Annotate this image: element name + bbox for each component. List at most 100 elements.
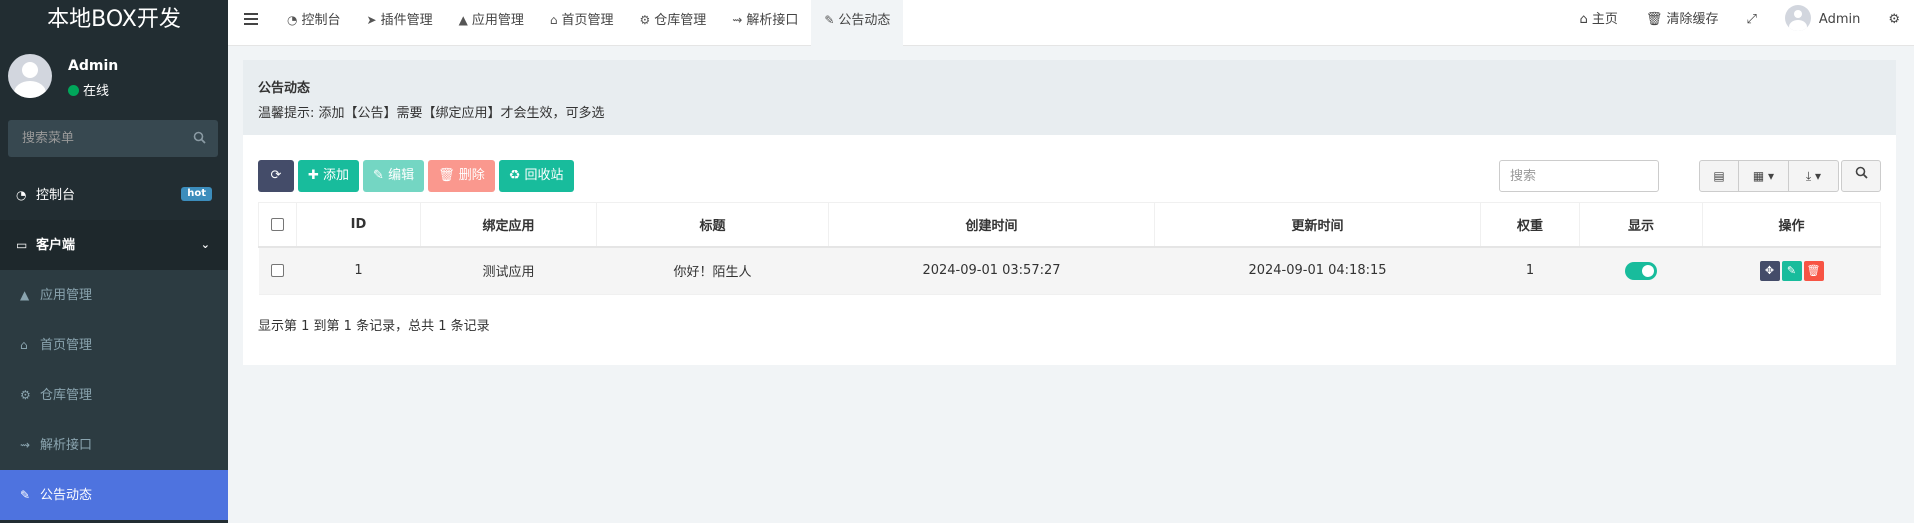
- col-header-app[interactable]: 绑定应用: [420, 202, 597, 248]
- user-menu-label: Admin: [1818, 12, 1861, 27]
- cell-show: [1579, 246, 1703, 295]
- col-header-weight[interactable]: 权重: [1480, 202, 1580, 248]
- recycle-bin-button[interactable]: ♻ 回收站: [498, 160, 574, 192]
- delete-button[interactable]: 🗑 删除: [428, 160, 495, 192]
- sidebar-item-label: 仓库管理: [40, 388, 93, 403]
- sidebar-search-input[interactable]: [8, 120, 178, 157]
- sidebar-item-client[interactable]: ▭ 客户端 ⌄: [0, 220, 228, 270]
- tab-app-manage[interactable]: ▲ 应用管理: [446, 0, 537, 46]
- cell-app: 测试应用: [420, 246, 597, 295]
- cell-actions: ✥ ✎ 🗑: [1702, 246, 1881, 295]
- col-header-title[interactable]: 标题: [596, 202, 829, 248]
- sidebar-item-parse-api[interactable]: ⇝ 解析接口: [0, 420, 228, 470]
- sidebar-item-dashboard[interactable]: ◔ 控制台 hot: [0, 170, 228, 220]
- user-menu[interactable]: Admin: [1771, 0, 1874, 46]
- sidebar-item-label: 客户端: [36, 238, 76, 253]
- user-status: 在线: [68, 80, 109, 99]
- list-icon: ▤: [1713, 169, 1725, 183]
- sidebar-item-app-manage[interactable]: ▲ 应用管理: [0, 270, 228, 320]
- drag-move-icon[interactable]: ✥: [1759, 260, 1780, 281]
- dashboard-icon: ◔: [16, 188, 27, 202]
- online-dot-icon: [68, 85, 79, 96]
- export-button[interactable]: ⤓ ▾: [1789, 160, 1839, 192]
- user-name: Admin: [68, 58, 119, 74]
- table-header-row: ID 绑定应用 标题 创建时间 更新时间 权重 显示 操作: [258, 202, 1881, 248]
- cell-title: 你好！陌生人: [596, 246, 829, 295]
- add-label: 添加: [323, 168, 350, 183]
- sidebar-item-home-manage[interactable]: ⌂ 首页管理: [0, 320, 228, 370]
- settings-icon[interactable]: ⚙: [1874, 0, 1914, 46]
- tab-announcements[interactable]: ✎ 公告动态: [811, 0, 904, 46]
- avatar: [1784, 5, 1811, 31]
- clear-cache-button[interactable]: 🗑 清除缓存: [1632, 0, 1733, 46]
- col-header-id[interactable]: ID: [296, 202, 421, 248]
- toolbar: ⟳ ✚ 添加 ✎ 编辑 🗑 删除 ♻ 回收站: [258, 160, 574, 192]
- sidebar-item-label: 应用管理: [40, 288, 93, 303]
- avatar: [8, 54, 52, 98]
- delete-label: 删除: [458, 168, 485, 183]
- cogs-icon: ⚙: [639, 13, 651, 27]
- row-edit-icon[interactable]: ✎: [1781, 260, 1802, 281]
- tip-text: 温馨提示: 添加【公告】需要【绑定应用】才会生效，可多选: [258, 106, 605, 121]
- tab-label: 公告动态: [838, 13, 891, 28]
- col-header-created[interactable]: 创建时间: [828, 202, 1155, 248]
- inbox-icon: ▭: [16, 238, 28, 252]
- top-navbar: ◔ 控制台 ➤ 插件管理 ▲ 应用管理 ⌂ 首页管理 ⚙ 仓库管理 ⇝ 解析接口 ✎ 公告动态…: [228, 0, 1914, 46]
- tab-repo-manage[interactable]: ⚙ 仓库管理: [626, 0, 719, 46]
- table-row: 1 测试应用 你好！陌生人 2024-09-01 03:57:27 2024-0…: [258, 246, 1881, 295]
- nav-right: ⌂ 主页 🗑 清除缓存 ⤢ Admin ⚙: [1565, 0, 1914, 46]
- col-header-updated[interactable]: 更新时间: [1154, 202, 1481, 248]
- edit-label: 编辑: [388, 168, 415, 183]
- tab-parse-api[interactable]: ⇝ 解析接口: [719, 0, 811, 46]
- row-checkbox[interactable]: [271, 264, 284, 278]
- sidebar: 本地BOX开发 Admin 在线 ◔ 控制台 hot ▭ 客户端 ⌄ ▲ 应用管理 ⌂…: [0, 0, 228, 523]
- menu-toggle-icon[interactable]: [244, 13, 258, 27]
- home-icon: ⌂: [20, 338, 28, 352]
- sidebar-item-announcements[interactable]: ✎ 公告动态: [0, 470, 228, 520]
- table-search-button[interactable]: [1841, 160, 1881, 192]
- fullscreen-icon[interactable]: ⤢: [1733, 0, 1771, 46]
- tab-home-manage[interactable]: ⌂ 首页管理: [537, 0, 627, 46]
- tab-plugins[interactable]: ➤ 插件管理: [354, 0, 446, 46]
- home-link-label: 主页: [1591, 12, 1618, 27]
- tab-dashboard[interactable]: ◔ 控制台: [274, 0, 354, 46]
- row-delete-icon[interactable]: 🗑: [1803, 260, 1824, 281]
- bullhorn-icon: ✎: [20, 488, 31, 502]
- table-search-input[interactable]: [1499, 160, 1659, 192]
- refresh-button[interactable]: ⟳: [258, 160, 294, 192]
- announcements-table: ID 绑定应用 标题 创建时间 更新时间 权重 显示 操作 1 测试应用 你好！…: [258, 202, 1881, 295]
- tab-label: 应用管理: [471, 13, 524, 28]
- app-logo[interactable]: 本地BOX开发: [0, 0, 228, 46]
- usb-icon: ⇝: [732, 13, 743, 27]
- sidebar-item-repo-manage[interactable]: ⚙ 仓库管理: [0, 370, 228, 420]
- pagination-info: 显示第 1 到第 1 条记录，总共 1 条记录: [258, 319, 490, 334]
- home-icon: ⌂: [549, 13, 558, 27]
- clear-cache-label: 清除缓存: [1666, 12, 1719, 27]
- edit-button[interactable]: ✎ 编辑: [363, 160, 425, 192]
- columns-button[interactable]: ▦ ▾: [1739, 160, 1789, 192]
- add-button[interactable]: ✚ 添加: [298, 160, 360, 192]
- tab-label: 解析接口: [746, 13, 799, 28]
- pencil-icon: ✎: [373, 168, 389, 183]
- home-icon: ⌂: [1579, 12, 1592, 27]
- sidebar-item-label: 解析接口: [40, 438, 93, 453]
- tab-label: 仓库管理: [654, 13, 707, 28]
- nav-tabs: ◔ 控制台 ➤ 插件管理 ▲ 应用管理 ⌂ 首页管理 ⚙ 仓库管理 ⇝ 解析接口 ✎ 公告动态: [274, 0, 904, 46]
- select-all-cell: [258, 202, 297, 248]
- tab-label: 控制台: [301, 13, 341, 28]
- plus-icon: ✚: [308, 168, 324, 183]
- tab-label: 插件管理: [380, 13, 433, 28]
- user-status-label: 在线: [83, 84, 110, 99]
- sidebar-search: [8, 120, 218, 157]
- sidebar-item-label: 控制台: [36, 188, 76, 203]
- trash-icon: 🗑: [1645, 12, 1667, 27]
- recycle-label: 回收站: [524, 168, 564, 183]
- col-header-show[interactable]: 显示: [1579, 202, 1703, 248]
- show-toggle[interactable]: [1625, 261, 1657, 280]
- tab-label: 首页管理: [561, 13, 614, 28]
- search-icon[interactable]: [193, 131, 206, 148]
- select-all-checkbox[interactable]: [271, 217, 284, 231]
- rocket-icon: ➤: [366, 13, 377, 27]
- toggle-view-button[interactable]: ▤: [1699, 160, 1739, 192]
- home-link[interactable]: ⌂ 主页: [1565, 0, 1631, 46]
